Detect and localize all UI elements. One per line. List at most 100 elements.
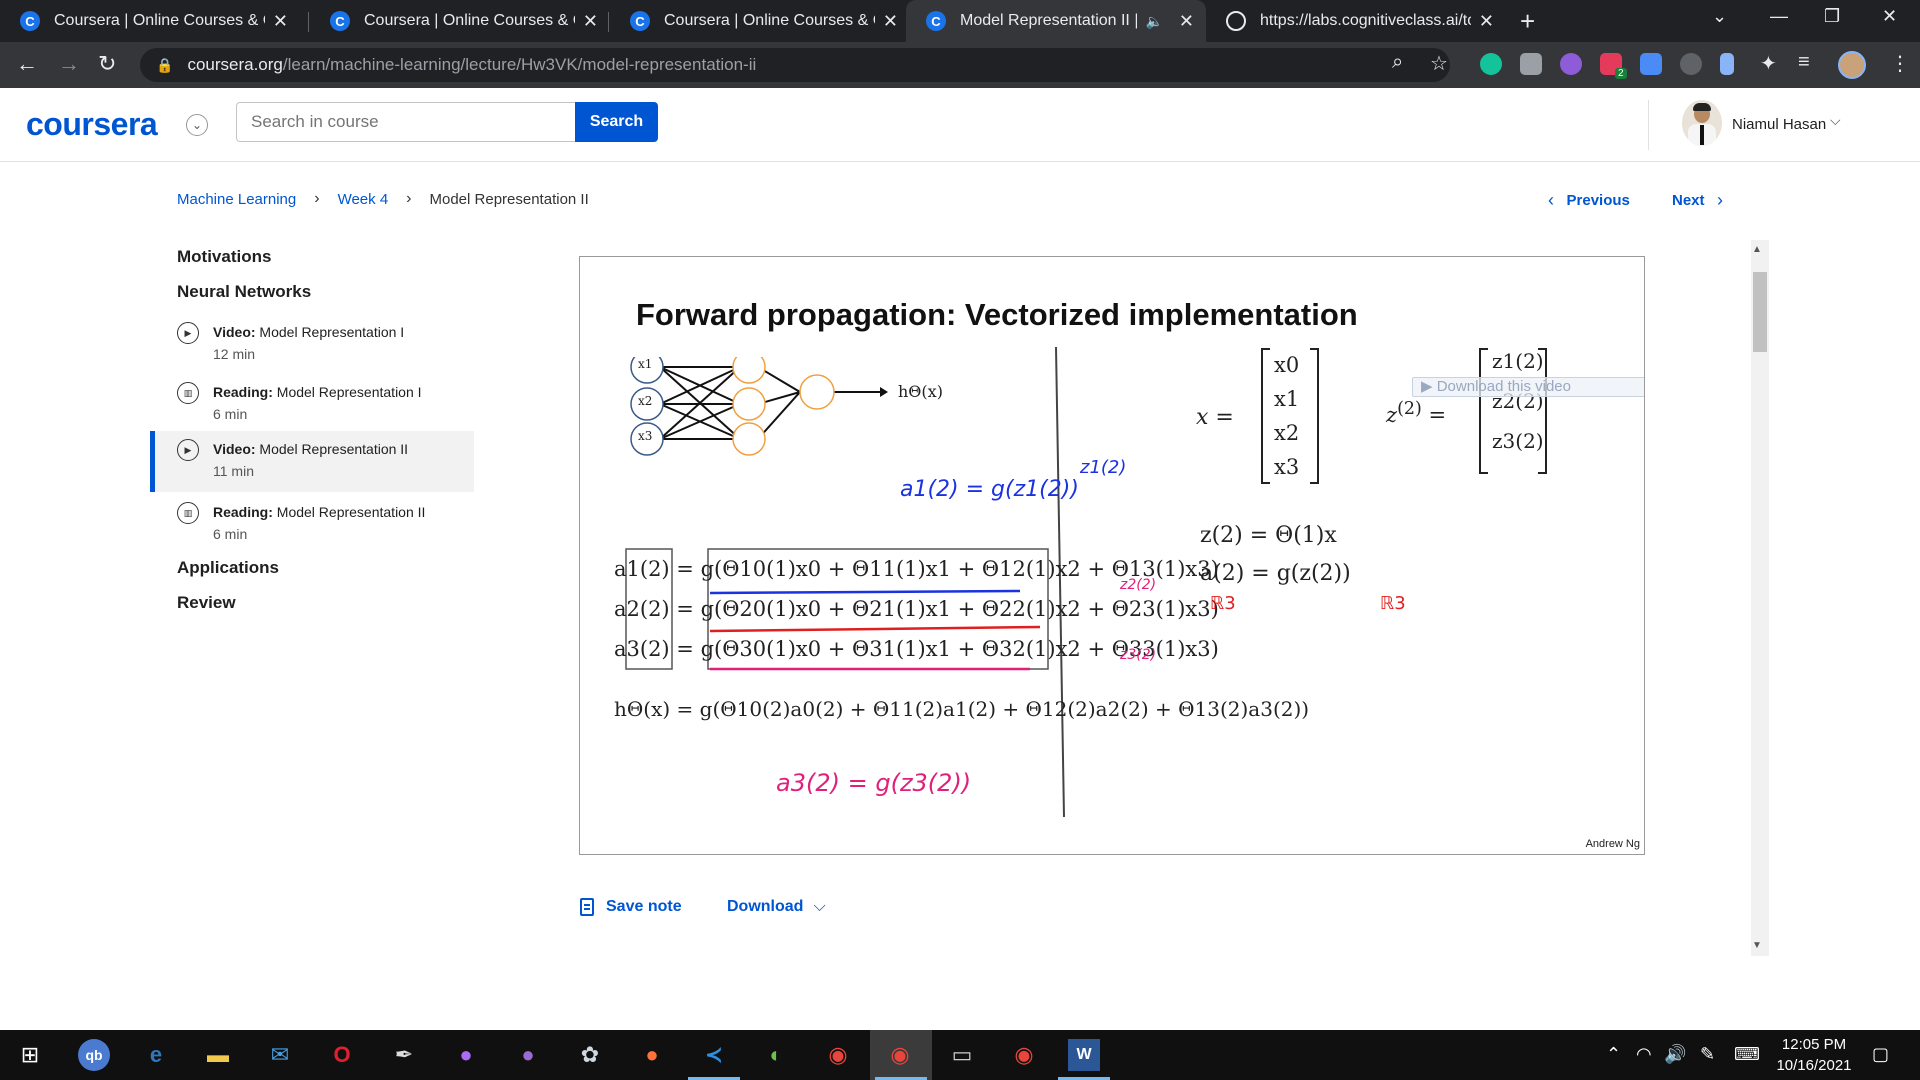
sidebar-section-applications[interactable]: Applications	[177, 558, 279, 578]
lock-icon[interactable]: 🔒	[156, 57, 173, 74]
previous-button[interactable]: ‹ Previous	[1548, 190, 1630, 211]
restore-icon[interactable]: ❐	[1824, 6, 1840, 27]
tab-divider	[608, 12, 609, 32]
window-close-icon[interactable]: ✕	[1882, 6, 1897, 27]
browser-tab[interactable]: C Coursera | Online Courses & Credential…	[610, 0, 910, 42]
firefox-icon[interactable]: ●	[636, 1039, 668, 1071]
tab-divider	[308, 12, 309, 32]
tab-title: Coursera | Online Courses & Credentials	[54, 12, 265, 29]
next-button[interactable]: Next ›	[1672, 190, 1723, 211]
pen-extension-icon[interactable]	[1720, 53, 1734, 75]
handwritten-z1: z1(2)	[1080, 457, 1127, 478]
tray-expand-icon[interactable]: ⌃	[1606, 1044, 1621, 1065]
file-explorer-icon[interactable]: ▬	[202, 1039, 234, 1071]
browser-tab-active[interactable]: C Model Representation II | Coursera 🔈 ✕	[906, 0, 1206, 42]
avatar[interactable]	[1682, 100, 1722, 146]
terminal-icon[interactable]: ▭	[946, 1039, 978, 1071]
earth-icon[interactable]: ◐	[760, 1039, 792, 1071]
chrome-active-icon[interactable]: ◉	[884, 1039, 916, 1071]
breadcrumb-current: Model Representation II	[429, 190, 589, 208]
edge-icon[interactable]: e	[140, 1039, 172, 1071]
keyboard-icon[interactable]: ⌨	[1734, 1044, 1760, 1065]
puzzle-icon[interactable]: ✦	[1760, 51, 1777, 76]
extension-icon[interactable]	[1560, 53, 1582, 75]
save-note-button[interactable]: Save note	[580, 898, 682, 916]
reading-list-icon[interactable]: ≡	[1798, 51, 1810, 74]
close-icon[interactable]: ✕	[1479, 11, 1494, 32]
search-button[interactable]: Search	[575, 102, 658, 142]
download-extension-icon[interactable]	[1640, 53, 1662, 75]
url-path: /learn/machine-learning/lecture/Hw3VK/mo…	[282, 55, 757, 74]
chevron-down-icon[interactable]: ⌵	[1830, 112, 1841, 129]
browser-tab[interactable]: C Coursera | Online Courses & Credential…	[310, 0, 610, 42]
scroll-down-icon[interactable]: ▼	[1752, 940, 1762, 951]
url-host: coursera.org	[187, 55, 283, 74]
camera-icon[interactable]	[1520, 53, 1542, 75]
messenger-icon[interactable]: ●	[450, 1039, 482, 1071]
new-tab-icon[interactable]: +	[1520, 6, 1535, 37]
breadcrumb-week[interactable]: Week 4	[338, 191, 389, 208]
course-search-input[interactable]	[236, 102, 576, 142]
tab-search-icon[interactable]: ⌄	[1712, 6, 1727, 27]
item-type: Reading:	[213, 384, 273, 400]
menu-kebab-icon[interactable]: ⋮	[1890, 51, 1910, 76]
close-icon[interactable]: ✕	[273, 11, 288, 32]
inkscape-icon[interactable]: ✒	[388, 1039, 420, 1071]
minimize-icon[interactable]: —	[1770, 6, 1788, 27]
play-icon: ▶	[177, 322, 199, 344]
close-icon[interactable]: ✕	[1179, 11, 1194, 32]
browser-profile-avatar[interactable]	[1838, 51, 1866, 79]
browser-tab[interactable]: o https://labs.cognitiveclass.ai/tools ✕	[1206, 0, 1506, 42]
github-icon[interactable]: ●	[512, 1039, 544, 1071]
sidebar-item-reading-model-rep-2[interactable]: ▥ Reading: Model Representation II 6 min	[150, 494, 474, 554]
paint-icon[interactable]: ✿	[574, 1039, 606, 1071]
word-icon[interactable]: W	[1068, 1039, 1100, 1071]
scroll-up-icon[interactable]: ▲	[1752, 244, 1762, 255]
volume-icon[interactable]: 🔊	[1664, 1044, 1686, 1065]
grammarly-icon[interactable]	[1480, 53, 1502, 75]
extension-badge: 2	[1615, 68, 1627, 79]
quickbooks-icon[interactable]: qb	[78, 1039, 110, 1071]
windows-start-icon[interactable]: ⊞	[14, 1039, 46, 1071]
book-icon: ▥	[177, 502, 199, 524]
mail-icon[interactable]: ✉	[264, 1039, 296, 1071]
user-name[interactable]: Niamul Hasan	[1732, 116, 1826, 133]
speaker-icon[interactable]: 🔈	[1145, 13, 1162, 30]
close-icon[interactable]: ✕	[583, 11, 598, 32]
sync-extension-icon[interactable]	[1680, 53, 1702, 75]
download-button[interactable]: Download ⌵	[727, 898, 826, 916]
sidebar-item-video-model-rep-2[interactable]: ▶ Video: Model Representation II 11 min	[150, 431, 474, 492]
bookmark-star-icon[interactable]: ☆	[1430, 51, 1448, 76]
sidebar-section-neural-networks[interactable]: Neural Networks	[177, 282, 311, 302]
sidebar-item-video-model-rep-1[interactable]: ▶ Video: Model Representation I 12 min	[150, 314, 474, 374]
handwritten-r3-a: ℝ3	[1210, 593, 1236, 614]
url-bar[interactable]: 🔒 coursera.org/learn/machine-learning/le…	[140, 48, 1450, 82]
video-player[interactable]: Forward propagation: Vectorized implemen…	[579, 256, 1645, 855]
item-type: Video:	[213, 441, 256, 457]
scrollbar-thumb[interactable]	[1753, 272, 1767, 352]
chrome-icon[interactable]: ◉	[822, 1039, 854, 1071]
system-clock[interactable]: 12:05 PM 10/16/2021	[1768, 1034, 1860, 1076]
browser-tab[interactable]: C Coursera | Online Courses & Credential…	[0, 0, 300, 42]
vscode-icon[interactable]: ≺	[698, 1039, 730, 1071]
sidebar-section-motivations[interactable]: Motivations	[177, 247, 271, 267]
chrome-profile-icon[interactable]: ◉	[1008, 1039, 1040, 1071]
back-icon[interactable]: ←	[16, 51, 38, 77]
equation-a2: a2(2) = g(Θ20(1)x0 + Θ21(1)x1 + Θ22(1)x2…	[614, 597, 1219, 621]
sidebar-section-review[interactable]: Review	[177, 593, 236, 613]
breadcrumb-course[interactable]: Machine Learning	[177, 191, 296, 208]
notification-icon[interactable]: ▢	[1872, 1044, 1889, 1065]
pen-icon[interactable]: ✎	[1700, 1044, 1715, 1065]
chevron-down-icon[interactable]: ⌄	[186, 114, 208, 136]
browser-tab-strip: C Coursera | Online Courses & Credential…	[0, 0, 1920, 42]
close-icon[interactable]: ✕	[883, 11, 898, 32]
forward-icon[interactable]: →	[58, 51, 80, 77]
reload-icon[interactable]: ↻	[98, 51, 116, 77]
wifi-icon[interactable]: ◠	[1636, 1044, 1652, 1065]
download-video-overlay[interactable]: ▶ Download this video	[1412, 377, 1644, 397]
opera-icon[interactable]: O	[326, 1039, 358, 1071]
coursera-logo[interactable]: coursera	[26, 106, 158, 143]
zoom-search-icon[interactable]: ⌕	[1392, 51, 1403, 74]
slide-author: Andrew Ng	[1585, 838, 1640, 850]
sidebar-item-reading-model-rep-1[interactable]: ▥ Reading: Model Representation I 6 min	[150, 374, 474, 434]
